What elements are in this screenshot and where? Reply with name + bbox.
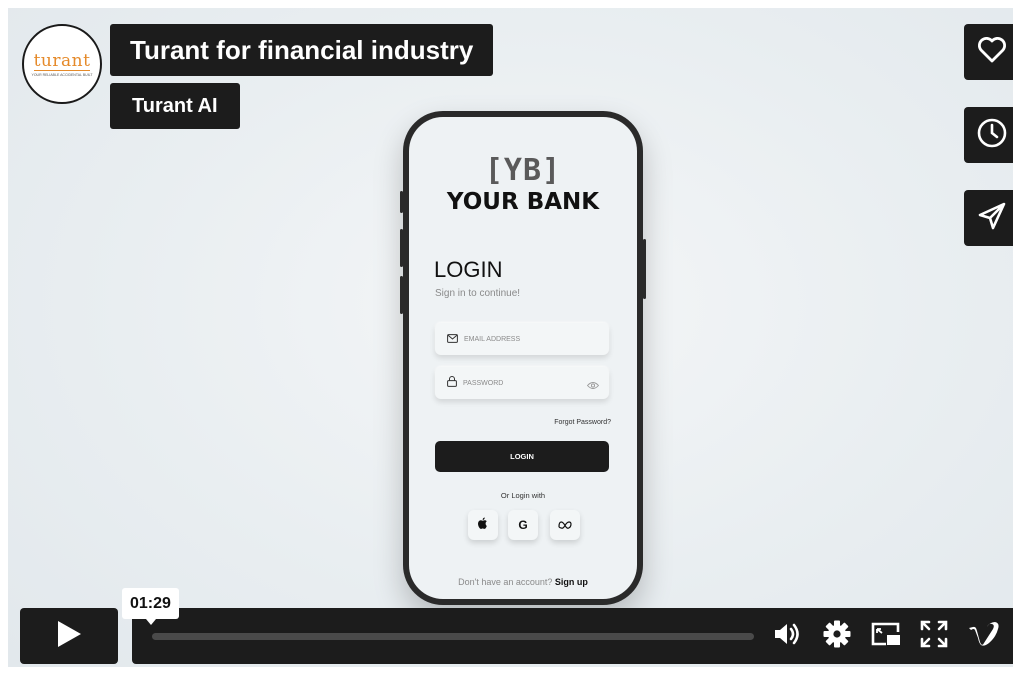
channel-avatar[interactable]: turant YOUR RELIABLE ACCIDENTAL BUILT	[22, 24, 102, 104]
channel-logo-tagline: YOUR RELIABLE ACCIDENTAL BUILT	[31, 72, 93, 77]
google-login-button[interactable]: G	[508, 510, 538, 540]
apple-login-button[interactable]	[468, 510, 498, 540]
play-icon	[55, 619, 83, 654]
phone-side-button	[400, 276, 403, 314]
google-icon: G	[518, 518, 528, 532]
send-icon	[977, 201, 1007, 236]
phone-power-button	[643, 239, 646, 299]
phone-side-button	[400, 191, 403, 213]
volume-button[interactable]	[772, 620, 804, 652]
login-button[interactable]: LOGIN	[435, 441, 609, 472]
meta-icon	[558, 516, 572, 534]
apple-icon	[477, 516, 489, 534]
pip-icon	[870, 620, 902, 653]
heart-icon	[977, 36, 1007, 69]
bank-name: YOUR BANK	[446, 189, 600, 215]
login-subtitle: Sign in to continue!	[435, 288, 521, 299]
vimeo-icon	[967, 619, 1001, 654]
email-field[interactable]	[435, 323, 609, 355]
phone-screen: [YB] YOUR BANK LOGIN Sign in to continue…	[409, 117, 637, 599]
progress-bar[interactable]	[152, 633, 754, 640]
fullscreen-icon	[919, 619, 949, 654]
timestamp-tooltip: 01:29	[122, 588, 179, 625]
lock-icon	[447, 374, 457, 392]
watch-later-button[interactable]	[964, 107, 1013, 163]
settings-icon	[822, 619, 852, 654]
signup-link[interactable]: Sign up	[555, 577, 588, 587]
share-button[interactable]	[964, 190, 1013, 246]
video-player[interactable]: [YB] YOUR BANK LOGIN Sign in to continue…	[8, 8, 1013, 667]
forgot-password-link[interactable]: Forgot Password?	[554, 419, 611, 426]
video-author[interactable]: Turant AI	[110, 83, 240, 129]
clock-icon	[976, 117, 1008, 154]
or-login-with-label: Or Login with	[500, 491, 546, 500]
meta-login-button[interactable]	[550, 510, 580, 540]
fullscreen-button[interactable]	[918, 620, 950, 652]
play-button[interactable]	[20, 608, 118, 664]
email-input[interactable]	[464, 335, 574, 343]
phone-mockup: [YB] YOUR BANK LOGIN Sign in to continue…	[400, 111, 646, 605]
signup-prompt: Don't have an account? Sign up	[409, 577, 637, 587]
bank-logo-mark: [YB]	[484, 153, 562, 188]
pip-button[interactable]	[870, 620, 902, 652]
volume-icon	[772, 620, 804, 653]
settings-button[interactable]	[821, 620, 853, 652]
eye-icon[interactable]	[586, 377, 600, 395]
login-heading: LOGIN	[434, 257, 503, 282]
phone-side-button	[400, 229, 403, 267]
like-button[interactable]	[964, 24, 1013, 80]
mail-icon	[447, 330, 458, 348]
password-field[interactable]	[435, 367, 609, 399]
vimeo-button[interactable]	[968, 620, 1000, 652]
no-account-text: Don't have an account?	[458, 577, 553, 587]
channel-logo-text: turant	[33, 50, 91, 71]
control-bar	[132, 608, 1013, 664]
video-title[interactable]: Turant for financial industry	[110, 24, 494, 76]
password-input[interactable]	[463, 379, 573, 387]
